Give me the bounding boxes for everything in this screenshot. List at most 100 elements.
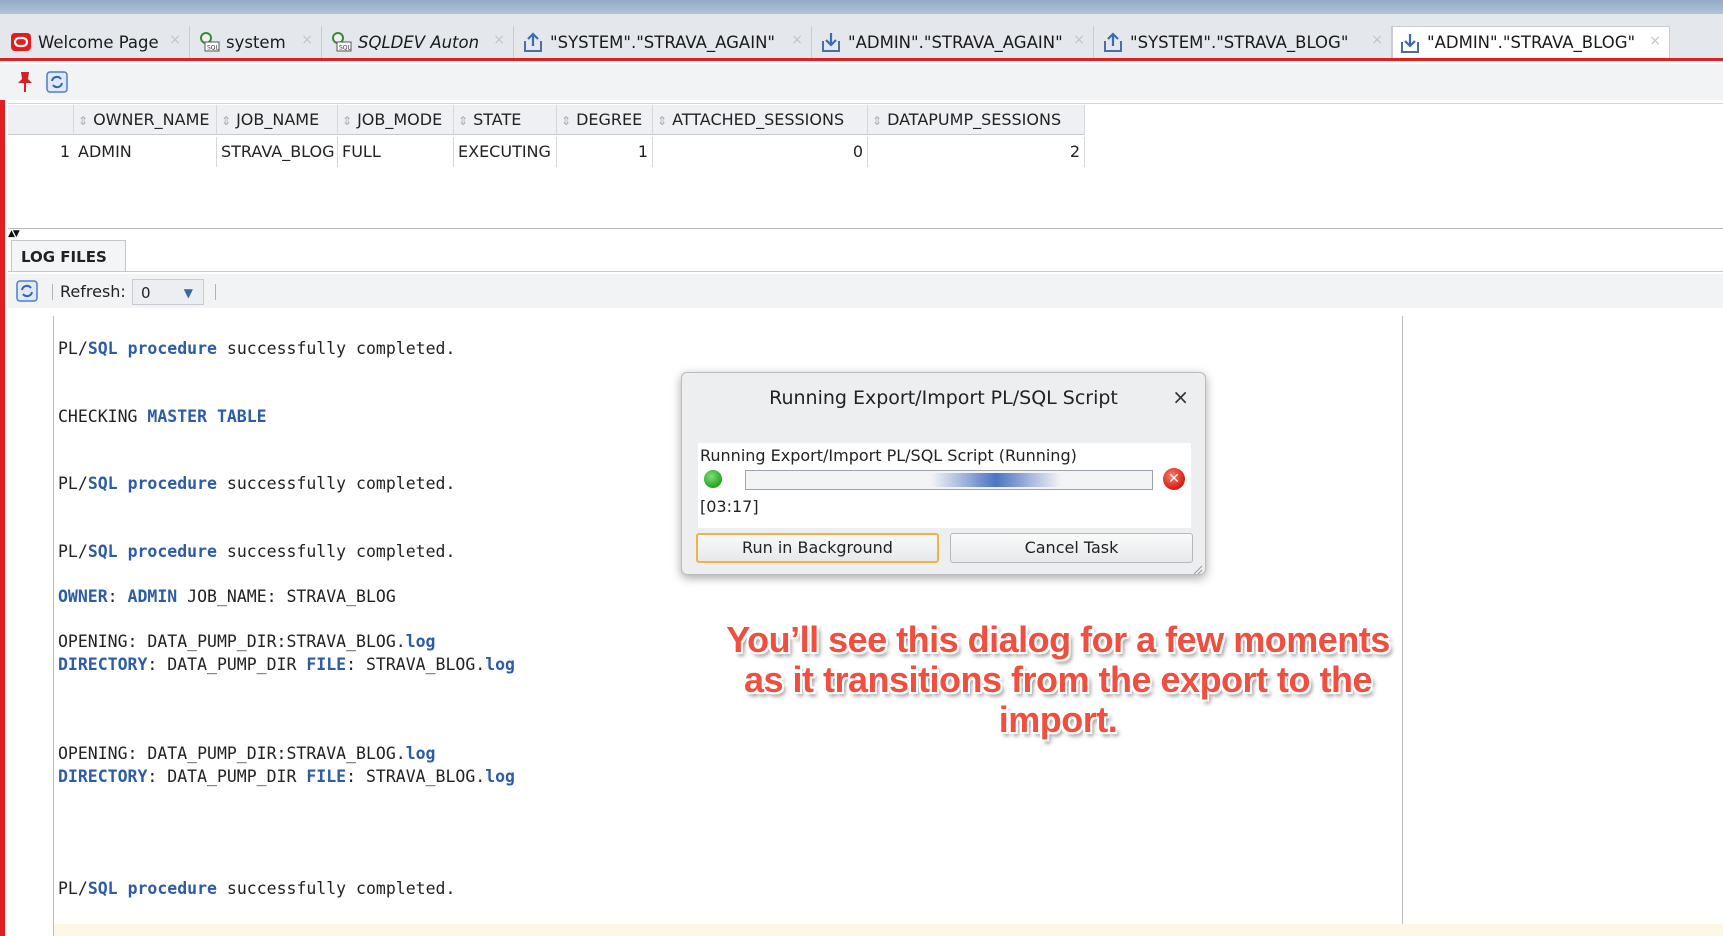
close-icon[interactable]: × [169,32,181,48]
close-icon[interactable]: × [301,32,313,48]
tab-admin-strava-again[interactable]: "ADMIN"."STRAVA_AGAIN" × [814,26,1094,58]
divider [8,271,1723,272]
log-line: CHECKING MASTER TABLE [58,407,267,426]
sort-icon: ⇕ [561,114,572,128]
row-number-header [8,105,74,135]
tab-label: system [226,32,286,52]
log-line: PL/SQL procedure successfully completed. [58,339,456,358]
row-number: 1 [59,142,70,161]
window-title-bar [0,0,1723,14]
tab-system[interactable]: SQL system × [192,26,322,58]
divider [215,284,216,300]
close-icon[interactable]: × [1073,32,1085,48]
column-header[interactable]: ⇕ DEGREE [557,105,653,135]
log-line: DIRECTORY: DATA_PUMP_DIR FILE: STRAVA_BL… [58,655,515,674]
editor-active-indicator [0,64,5,936]
refresh-icon[interactable] [14,278,40,304]
log-line: OPENING: DATA_PUMP_DIR:STRAVA_BLOG.log [58,632,436,651]
annotation-callout: You’ll see this dialog for a few moments… [708,620,1408,740]
log-line: PL/SQL procedure successfully completed. [58,542,456,561]
refresh-icon[interactable] [44,69,70,95]
column-header[interactable]: ⇕ OWNER_NAME [74,105,217,135]
cancel-task-button[interactable]: Cancel Task [950,533,1193,563]
import-icon [820,31,842,53]
close-icon[interactable]: × [1649,33,1661,49]
tab-label: "ADMIN"."STRAVA_BLOG" [1427,33,1636,52]
sql-connection-icon: SQL [330,31,352,53]
datapump-sessions-cell[interactable]: 2 [868,137,1085,167]
degree-cell[interactable]: 1 [557,137,653,167]
grid-header: ⇕ OWNER_NAME ⇕ JOB_NAME ⇕ JOB_MODE ⇕ STATE ⇕… [8,105,1085,135]
elapsed-time: [03:17] [700,497,759,516]
job-mode-cell[interactable]: FULL [338,137,454,167]
tab-system-strava-again[interactable]: "SYSTEM"."STRAVA_AGAIN" × [516,26,812,58]
pin-icon[interactable] [12,69,38,95]
cancel-icon[interactable]: ✕ [1163,468,1185,490]
sort-icon: ⇕ [342,114,353,128]
progress-indicator [931,473,1061,487]
job-toolbar [0,64,1723,100]
running-status-icon [704,470,722,488]
job-status-grid: ⇕ OWNER_NAME ⇕ JOB_NAME ⇕ JOB_MODE ⇕ STATE ⇕… [8,103,1723,229]
log-line: PL/SQL procedure successfully completed. [58,879,456,898]
oracle-icon [10,31,32,53]
export-icon [1102,31,1124,53]
tab-label: Welcome Page [38,32,159,52]
log-gutter [8,316,54,936]
export-icon [522,31,544,53]
annotation-line: import. [998,699,1118,740]
tab-system-strava-blog[interactable]: "SYSTEM"."STRAVA_BLOG" × [1096,26,1392,58]
column-header[interactable]: ⇕ DATAPUMP_SESSIONS [868,105,1085,135]
svg-text:SQL: SQL [339,45,352,52]
svg-text:SQL: SQL [207,45,220,52]
progress-bar [745,470,1153,490]
tab-admin-strava-blog[interactable]: "ADMIN"."STRAVA_BLOG" × [1392,26,1670,58]
sort-icon: ⇕ [78,114,89,128]
tab-label: SQLDEV Auton [358,32,480,52]
sql-connection-icon: SQL [198,31,220,53]
tab-label: "SYSTEM"."STRAVA_BLOG" [1130,32,1349,52]
task-status: Running Export/Import PL/SQL Script (Run… [700,446,1077,465]
annotation-line: as it transitions from the export to the [743,659,1373,700]
sort-icon: ⇕ [872,114,883,128]
job-name-cell[interactable]: STRAVA_BLOG [217,137,338,167]
close-icon[interactable]: × [791,32,803,48]
tab-log-files[interactable]: LOG FILES [11,240,126,272]
attached-sessions-cell[interactable]: 0 [653,137,868,167]
table-row[interactable]: 1 ADMIN STRAVA_BLOG FULL EXECUTING 1 0 2 [8,137,1085,167]
log-line: OWNER: ADMIN JOB_NAME: STRAVA_BLOG [58,587,396,606]
progress-dialog: Running Export/Import PL/SQL Script × Ru… [681,372,1206,575]
tab-label: "ADMIN"."STRAVA_AGAIN" [848,32,1063,52]
log-toolbar [8,274,1723,308]
column-header[interactable]: ⇕ JOB_NAME [217,105,338,135]
column-header[interactable]: ⇕ ATTACHED_SESSIONS [653,105,868,135]
owner-name-cell[interactable]: ADMIN [74,137,217,167]
refresh-interval-select[interactable]: 0 ▼ [132,279,204,305]
state-cell[interactable]: EXECUTING [454,137,557,167]
refresh-label: Refresh: [60,282,126,301]
sort-icon: ⇕ [657,114,668,128]
run-in-background-button[interactable]: Run in Background [696,533,939,563]
close-icon[interactable]: × [493,32,505,48]
import-icon [1399,32,1421,54]
close-icon[interactable]: × [1172,385,1189,409]
chevron-down-icon: ▼ [183,286,193,300]
editor-tab-strip: Welcome Page × SQL system × SQL SQLDEV A… [0,14,1723,61]
sort-icon: ⇕ [458,114,469,128]
log-line: OPENING: DATA_PUMP_DIR:STRAVA_BLOG.log [58,744,436,763]
log-line: PL/SQL procedure successfully completed. [58,474,456,493]
sort-icon: ⇕ [221,114,232,128]
close-icon[interactable]: × [1371,32,1383,48]
tab-label: "SYSTEM"."STRAVA_AGAIN" [550,32,775,52]
divider [52,284,53,300]
column-header[interactable]: ⇕ STATE [454,105,557,135]
tab-welcome-page[interactable]: Welcome Page × [4,26,190,58]
dialog-title: Running Export/Import PL/SQL Script [769,387,1118,409]
log-line: DIRECTORY: DATA_PUMP_DIR FILE: STRAVA_BL… [58,767,515,786]
splitter-arrows-icon[interactable]: ▲▼ [8,229,20,239]
tab-sqldev-auton[interactable]: SQL SQLDEV Auton × [324,26,514,58]
current-line-highlight [54,924,1723,936]
resize-grip-icon[interactable] [1191,560,1203,575]
annotation-line: You’ll see this dialog for a few moments [726,619,1390,660]
column-header[interactable]: ⇕ JOB_MODE [338,105,454,135]
